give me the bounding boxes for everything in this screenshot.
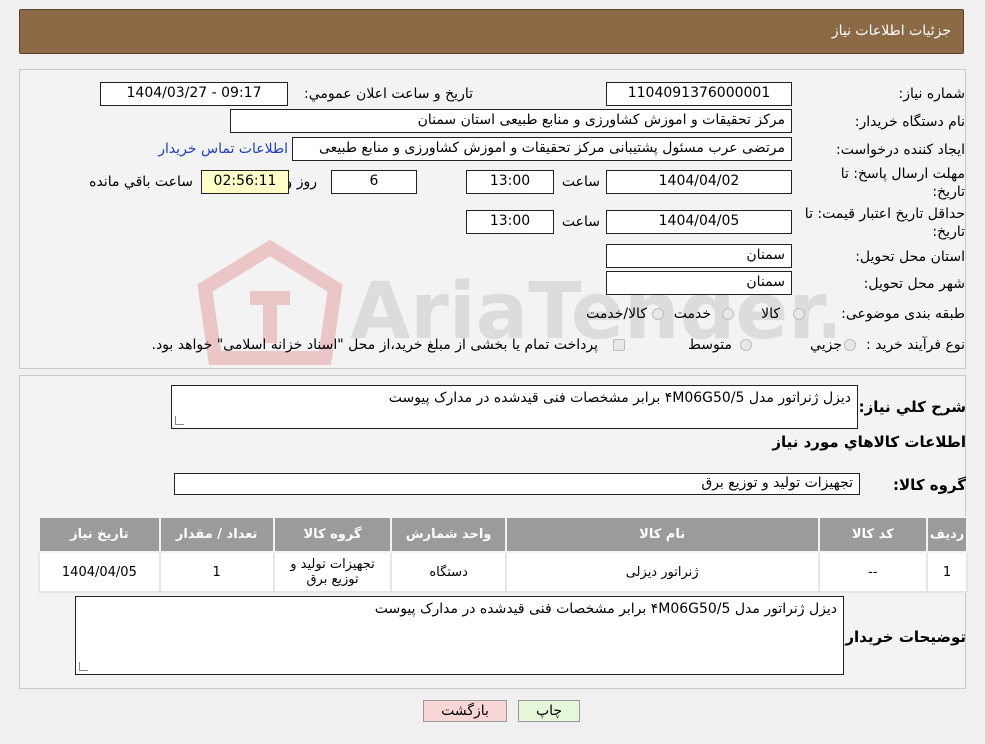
category-radio-goods-service[interactable] — [652, 308, 664, 320]
province-field: سمنان — [606, 244, 792, 268]
col-item-code: کد کالا — [817, 516, 929, 553]
validity-time-label: ساعت — [561, 214, 600, 230]
buyer-org-label: نام دستگاه خريدار: — [854, 114, 965, 130]
creator-label: ايجاد کننده درخواست: — [836, 142, 965, 158]
need-number-label: شماره نیاز: — [898, 86, 966, 102]
process-radio-minor[interactable] — [844, 339, 856, 351]
description-text: دیزل ژنراتور مدل ۴M06G50/5 برابر مشخصات … — [388, 390, 851, 406]
category-label: طبقه بندی موضوعی: — [841, 306, 965, 322]
process-label: نوع فرآیند خرید : — [866, 337, 965, 353]
city-label: شهر محل تحويل: — [863, 276, 965, 292]
process-checkbox-treasury[interactable] — [613, 339, 625, 351]
cell-need-date: 1404/04/05 — [38, 551, 161, 593]
cell-item-name: ژنراتور دیزلی — [504, 551, 820, 593]
goods-group-label: گروه کالا: — [893, 476, 966, 494]
process-option-medium: متوسط — [688, 337, 732, 353]
province-label: استان محل تحويل: — [855, 249, 965, 265]
col-unit: واحد شمارش — [390, 516, 507, 553]
process-note: پرداخت تمام یا بخشی از مبلغ خرید،از محل … — [151, 337, 598, 353]
remaining-label: ساعت باقي مانده — [89, 174, 193, 190]
cell-group: تجهیزات تولید و توزیع برق — [272, 551, 393, 593]
col-row-number: رديف — [926, 516, 968, 553]
table-row: 1 -- ژنراتور دیزلی دستگاه تجهیزات تولید … — [38, 551, 968, 593]
resize-grip-icon[interactable] — [175, 416, 184, 425]
city-field: سمنان — [606, 271, 792, 295]
deadline-time-field: 13:00 — [466, 170, 554, 194]
validity-label: حداقل تاريخ اعتبار قيمت: تا تاريخ: — [804, 206, 965, 240]
col-group: گروه کالا — [272, 516, 393, 553]
col-need-date: تاريخ نياز — [38, 516, 161, 553]
goods-info-title: اطلاعات کالاهاي مورد نياز — [772, 433, 966, 451]
page-header: جزئیات اطلاعات نیاز — [19, 9, 964, 54]
cell-quantity: 1 — [158, 551, 275, 593]
deadline-label: مهلت ارسال پاسخ: تا تاريخ: — [840, 166, 965, 200]
page-title: جزئیات اطلاعات نیاز — [831, 23, 951, 39]
back-button[interactable]: بازگشت — [423, 700, 507, 722]
goods-table: رديف کد کالا نام کالا واحد شمارش گروه کا… — [38, 516, 968, 593]
days-label: روز و — [285, 174, 318, 190]
process-radio-medium[interactable] — [740, 339, 752, 351]
col-item-name: نام کالا — [504, 516, 820, 553]
remaining-time-field: 02:56:11 — [201, 170, 289, 194]
validity-time-field: 13:00 — [466, 210, 554, 234]
days-field: 6 — [331, 170, 417, 194]
table-header-row: رديف کد کالا نام کالا واحد شمارش گروه کا… — [38, 516, 968, 553]
col-quantity: تعداد / مقدار — [158, 516, 275, 553]
contact-info-link[interactable]: اطلاعات تماس خريدار — [158, 141, 288, 157]
description-label: شرح کلي نياز: — [858, 398, 966, 416]
process-option-minor: جزيي — [810, 337, 842, 353]
cell-unit: دستگاه — [390, 551, 507, 593]
category-option-goods: کالا — [761, 306, 780, 322]
cell-item-code: -- — [817, 551, 929, 593]
category-option-goods-service: کالا/خدمت — [586, 306, 647, 322]
validity-date-field: 1404/04/05 — [606, 210, 792, 234]
category-radio-service[interactable] — [722, 308, 734, 320]
buyer-notes-field[interactable]: دیزل ژنراتور مدل ۴M06G50/5 برابر مشخصات … — [75, 596, 844, 675]
buyer-notes-label: توضيحات خريدار: — [839, 628, 966, 646]
announce-field: 1404/03/27 - 09:17 — [100, 82, 288, 106]
print-button[interactable]: چاپ — [518, 700, 580, 722]
need-number-field: 1104091376000001 — [606, 82, 792, 106]
resize-grip-icon[interactable] — [79, 662, 88, 671]
description-field[interactable]: دیزل ژنراتور مدل ۴M06G50/5 برابر مشخصات … — [171, 385, 858, 429]
creator-field: مرتضی عرب مسئول پشتیبانی مرکز تحقیقات و … — [292, 137, 792, 161]
deadline-date-field: 1404/04/02 — [606, 170, 792, 194]
category-option-service: خدمت — [673, 306, 711, 322]
announce-label: تاریخ و ساعت اعلان عمومي: — [304, 86, 473, 102]
deadline-time-label: ساعت — [561, 174, 600, 190]
goods-group-field: تجهیزات تولید و توزیع برق — [174, 473, 860, 495]
category-radio-goods[interactable] — [793, 308, 805, 320]
buyer-org-field: مرکز تحقیقات و اموزش کشاورزی و منابع طبی… — [230, 109, 792, 133]
cell-row-number: 1 — [926, 551, 968, 593]
buyer-notes-text: دیزل ژنراتور مدل ۴M06G50/5 برابر مشخصات … — [374, 601, 837, 617]
